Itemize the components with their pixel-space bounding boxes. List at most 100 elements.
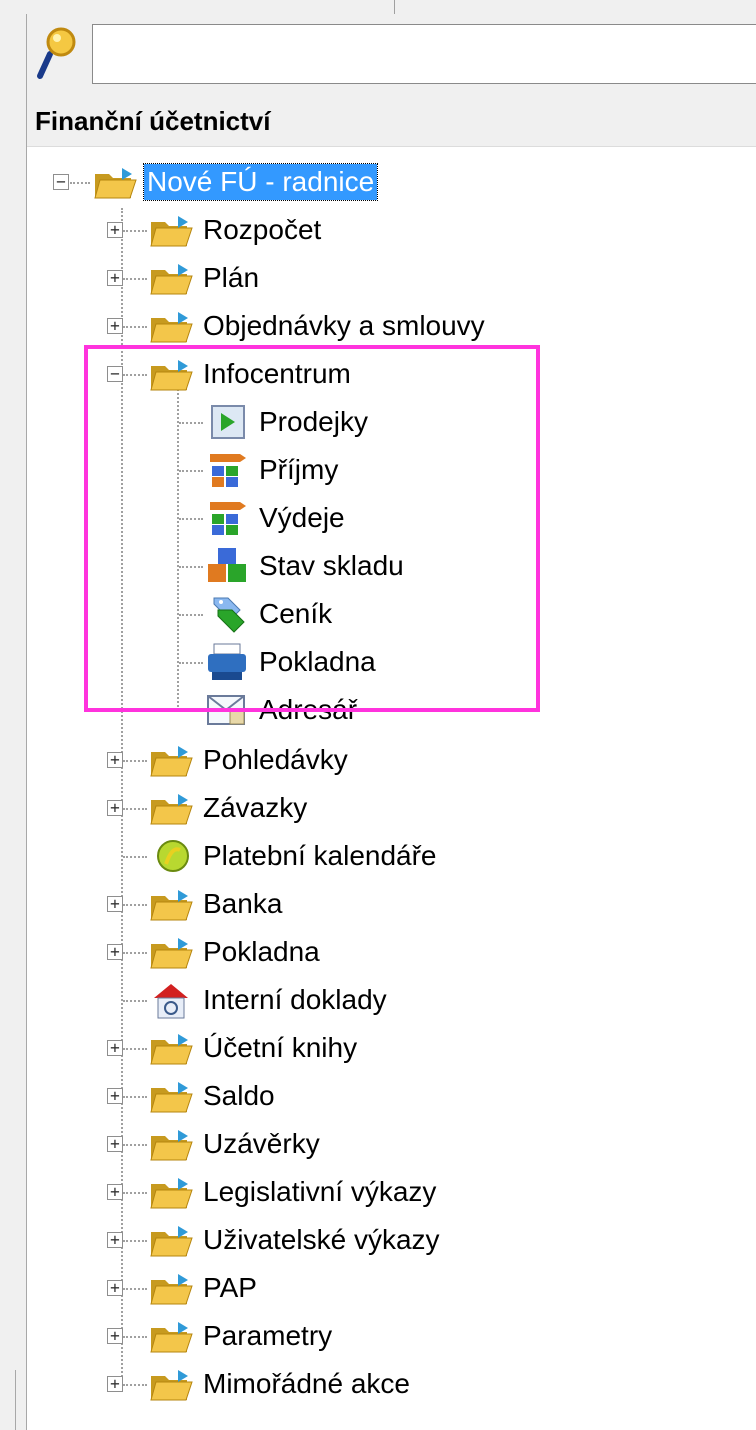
tree-item[interactable]: Legislativní výkazy xyxy=(148,1169,439,1215)
tree-item-infocentrum-child[interactable]: Ceník xyxy=(204,591,335,637)
tree-expander[interactable]: − xyxy=(107,366,123,382)
panel-title: Finanční účetnictví xyxy=(35,106,271,136)
tree-item[interactable]: Závazky xyxy=(148,785,310,831)
price-tag-icon xyxy=(204,594,250,634)
tree-connector xyxy=(179,566,203,568)
tree-item-label: Legislativní výkazy xyxy=(203,1176,437,1207)
splitter[interactable] xyxy=(394,0,395,14)
tree-item[interactable]: Parametry xyxy=(148,1313,335,1359)
tree-connector xyxy=(123,856,147,858)
tree-expander[interactable]: + xyxy=(107,944,123,960)
tree-expander[interactable]: + xyxy=(107,318,123,334)
tree-root[interactable]: Nové FÚ - radnice xyxy=(92,159,379,205)
tree-item-label: Pokladna xyxy=(203,936,320,967)
tree-item-label: Banka xyxy=(203,888,283,919)
search-input[interactable] xyxy=(92,24,756,84)
tree-item[interactable]: Pohledávky xyxy=(148,737,351,783)
tree-item[interactable]: Objednávky a smlouvy xyxy=(148,303,488,349)
tree-item[interactable]: Platební kalendáře xyxy=(148,833,440,879)
tree-item-label: Objednávky a smlouvy xyxy=(203,310,485,341)
tree-item-label: Mimořádné akce xyxy=(203,1368,410,1399)
tree-item-infocentrum-child[interactable]: Prodejky xyxy=(204,399,371,445)
tree-item-infocentrum-child[interactable]: Adresář xyxy=(204,687,360,733)
tree-expander[interactable]: + xyxy=(107,1328,123,1344)
tree-expander[interactable]: + xyxy=(107,1040,123,1056)
tree-item-label: Rozpočet xyxy=(203,214,322,245)
tree-item[interactable]: PAP xyxy=(148,1265,260,1311)
tree-root-label: Nové FÚ - radnice xyxy=(142,163,379,201)
tree-connector xyxy=(123,1192,147,1194)
tree-connector xyxy=(123,1000,147,1002)
top-strip xyxy=(0,0,756,14)
tree-item-infocentrum-child[interactable]: Pokladna xyxy=(204,639,379,685)
tree-connector xyxy=(123,1288,147,1290)
tree-expander[interactable]: + xyxy=(107,1088,123,1104)
tree-item[interactable]: Infocentrum xyxy=(148,351,354,397)
tree-item[interactable]: Mimořádné akce xyxy=(148,1361,413,1407)
tree-expander[interactable]: + xyxy=(107,752,123,768)
tree-item[interactable]: Účetní knihy xyxy=(148,1025,360,1071)
tree-expander[interactable]: + xyxy=(107,270,123,286)
tree-item-label: Pohledávky xyxy=(203,744,348,775)
tree-connector xyxy=(123,904,147,906)
folder-open-icon xyxy=(148,1364,194,1404)
tree-expander[interactable]: + xyxy=(107,800,123,816)
tree-expander[interactable]: + xyxy=(107,1232,123,1248)
tree-item-label: Stav skladu xyxy=(259,550,404,581)
tree-item-label: Prodejky xyxy=(259,406,368,437)
tree-connector xyxy=(179,518,203,520)
tree-item-label: Uzávěrky xyxy=(203,1128,320,1159)
folder-open-icon xyxy=(148,1172,194,1212)
tree-item-infocentrum-child[interactable]: Stav skladu xyxy=(204,543,407,589)
tree-item[interactable]: Uzávěrky xyxy=(148,1121,323,1167)
tree-item[interactable]: Saldo xyxy=(148,1073,278,1119)
tree-item[interactable]: Rozpočet xyxy=(148,207,324,253)
tree-connector xyxy=(179,662,203,664)
tree-item-label: Parametry xyxy=(203,1320,333,1351)
tree-item-label: Interní doklady xyxy=(203,984,387,1015)
tree-connector xyxy=(179,470,203,472)
folder-open-icon xyxy=(148,1268,194,1308)
tree-expander[interactable]: + xyxy=(107,1376,123,1392)
tree-connector xyxy=(123,230,147,232)
tree-item-label: Závazky xyxy=(203,792,308,823)
tree-item-label: Platební kalendáře xyxy=(203,840,437,871)
folder-open-icon xyxy=(148,354,194,394)
folder-open-icon xyxy=(148,1316,194,1356)
folder-open-icon xyxy=(92,162,138,202)
root-expander[interactable]: − xyxy=(53,174,69,190)
search-bar xyxy=(26,14,756,94)
tree-expander[interactable]: + xyxy=(107,1136,123,1152)
tree-item[interactable]: Banka xyxy=(148,881,285,927)
tree-connector xyxy=(123,1336,147,1338)
tree-item[interactable]: Plán xyxy=(148,255,262,301)
tree-item-label: Pokladna xyxy=(259,646,376,677)
tree-connector xyxy=(123,952,147,954)
tree-connector xyxy=(123,808,147,810)
folder-open-icon xyxy=(148,1076,194,1116)
tree-connector xyxy=(123,326,147,328)
search-icon[interactable] xyxy=(36,24,80,84)
tree-item-label: Ceník xyxy=(259,598,333,629)
tree-connector xyxy=(123,278,147,280)
tree-connector xyxy=(123,1240,147,1242)
tree-connector xyxy=(179,422,203,424)
tree-item-infocentrum-child[interactable]: Příjmy xyxy=(204,447,341,493)
tree-expander[interactable]: + xyxy=(107,896,123,912)
tree-item[interactable]: Interní doklady xyxy=(148,977,390,1023)
tree-connector xyxy=(123,1144,147,1146)
tree-expander[interactable]: + xyxy=(107,222,123,238)
folder-open-icon xyxy=(148,1028,194,1068)
folder-open-icon xyxy=(148,932,194,972)
folder-open-icon xyxy=(148,884,194,924)
tree-expander[interactable]: + xyxy=(107,1184,123,1200)
tree-item[interactable]: Uživatelské výkazy xyxy=(148,1217,443,1263)
tree-connector xyxy=(179,710,203,712)
tree-item-infocentrum-child[interactable]: Výdeje xyxy=(204,495,348,541)
folder-open-icon xyxy=(148,1220,194,1260)
tree-item[interactable]: Pokladna xyxy=(148,929,323,975)
tree-connector xyxy=(123,1048,147,1050)
address-book-icon xyxy=(204,690,250,730)
folder-open-icon xyxy=(148,306,194,346)
tree-expander[interactable]: + xyxy=(107,1280,123,1296)
